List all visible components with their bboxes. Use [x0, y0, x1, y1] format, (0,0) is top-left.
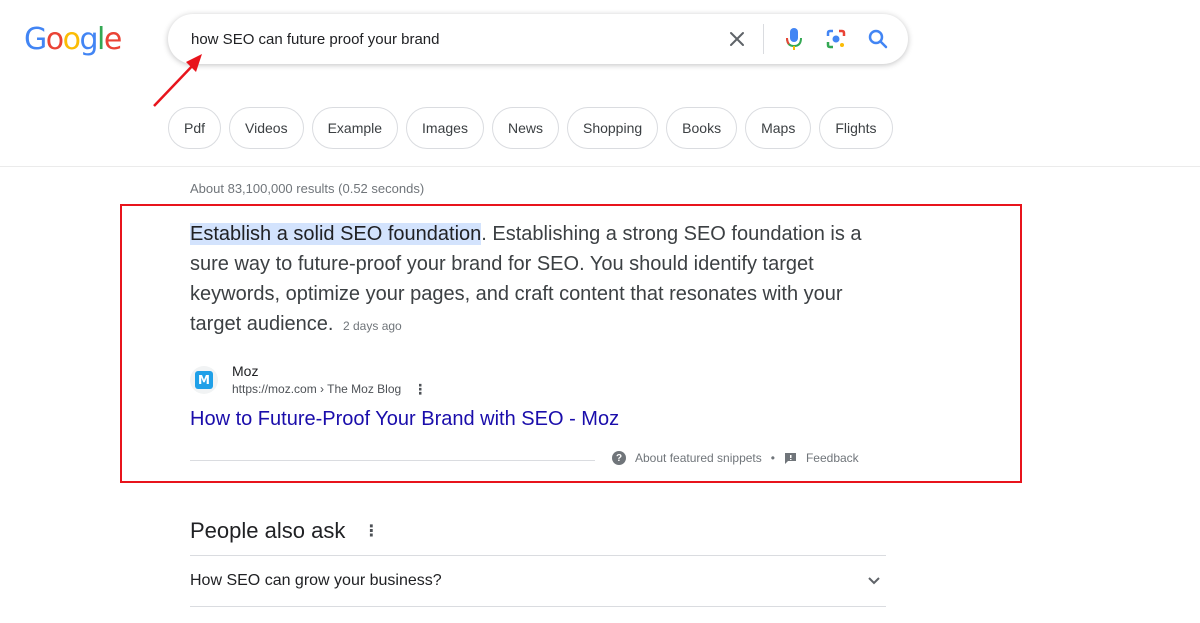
google-logo[interactable]: Google	[24, 22, 122, 57]
chip-images[interactable]: Images	[406, 107, 484, 149]
search-box[interactable]: how SEO can future proof your brand	[168, 14, 908, 64]
search-divider	[763, 24, 764, 54]
source-name: Moz	[232, 363, 259, 379]
search-input[interactable]: how SEO can future proof your brand	[191, 31, 707, 48]
annotation-arrow	[153, 54, 202, 107]
about-featured-snippets-link[interactable]: About featured snippets	[635, 451, 762, 465]
people-also-ask-heading: People also ask ⋮	[190, 518, 379, 544]
logo-letter: e	[103, 22, 122, 57]
feedback-link[interactable]: Feedback	[806, 451, 859, 465]
snippet-footer: ? About featured snippets • Feedback	[612, 451, 859, 465]
snippet-divider	[190, 460, 595, 461]
logo-letter: l	[97, 22, 105, 57]
snippet-source[interactable]: M Moz https://moz.com › The Moz Blog ⋮	[190, 362, 427, 398]
more-options-icon[interactable]: ⋮	[413, 380, 427, 398]
source-url: https://moz.com › The Moz Blog	[232, 382, 402, 396]
search-icon[interactable]	[866, 27, 890, 51]
chip-flights[interactable]: Flights	[819, 107, 893, 149]
moz-favicon: M	[190, 366, 218, 394]
chip-books[interactable]: Books	[666, 107, 738, 149]
snippet-highlight: Establish a solid SEO foundation	[190, 223, 482, 245]
result-title-link[interactable]: How to Future-Proof Your Brand with SEO …	[190, 408, 619, 431]
logo-letter: o	[45, 22, 64, 57]
footer-dot: •	[770, 451, 775, 465]
chevron-down-icon[interactable]	[862, 569, 886, 593]
source-url-row: https://moz.com › The Moz Blog ⋮	[232, 380, 427, 398]
paa-divider	[190, 606, 886, 607]
lens-icon[interactable]	[824, 27, 848, 51]
chip-shopping[interactable]: Shopping	[566, 107, 659, 149]
snippet-date: 2 days ago	[343, 319, 402, 333]
microphone-icon[interactable]	[782, 27, 806, 51]
source-info: Moz https://moz.com › The Moz Blog ⋮	[232, 362, 427, 398]
chip-pdf[interactable]: Pdf	[168, 107, 222, 149]
chip-maps[interactable]: Maps	[745, 107, 812, 149]
feedback-icon	[784, 452, 797, 465]
filter-chips: Pdf Videos Example Images News Shopping …	[168, 107, 893, 149]
paa-more-icon[interactable]: ⋮	[363, 521, 379, 541]
paa-question[interactable]: How SEO can grow your business?	[190, 556, 886, 606]
chip-videos[interactable]: Videos	[229, 107, 304, 149]
paa-question-text: How SEO can grow your business?	[190, 572, 442, 589]
chip-example[interactable]: Example	[311, 107, 399, 149]
chip-news[interactable]: News	[491, 107, 559, 149]
moz-logo-icon: M	[195, 371, 213, 389]
featured-snippet-text: Establish a solid SEO foundation. Establ…	[190, 219, 890, 341]
header-divider	[0, 166, 1200, 167]
close-icon[interactable]	[725, 27, 749, 51]
search-actions	[707, 14, 908, 64]
logo-letter: o	[62, 22, 81, 57]
help-icon: ?	[612, 451, 626, 465]
result-stats: About 83,100,000 results (0.52 seconds)	[190, 181, 425, 196]
paa-title: People also ask	[190, 518, 346, 543]
logo-letter: G	[24, 22, 47, 57]
logo-letter: g	[79, 22, 98, 57]
